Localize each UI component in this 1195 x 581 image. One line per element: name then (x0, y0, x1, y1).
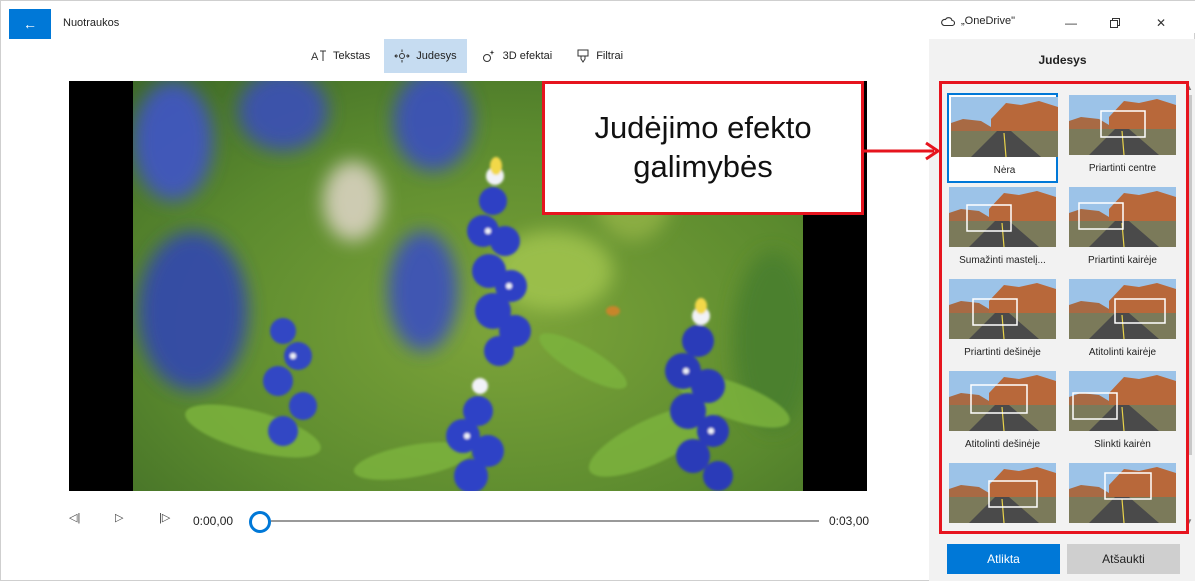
annotation-line-2: galimybės (633, 149, 773, 184)
play-icon: ▷ (115, 512, 124, 524)
tab-motion-label: Judesys (416, 50, 457, 62)
previous-frame-button[interactable]: ◁| (69, 511, 80, 524)
minimize-icon: — (1065, 16, 1077, 30)
seek-slider-thumb[interactable] (249, 511, 271, 533)
done-button[interactable]: Atlikta (947, 544, 1060, 574)
annotation-line-1: Judėjimo efekto (594, 110, 812, 146)
annotation-callout: Judėjimo efekto galimybės (542, 81, 864, 215)
restore-icon (1110, 18, 1120, 28)
play-button[interactable]: ▷ (115, 511, 123, 524)
close-button[interactable]: ✕ (1141, 11, 1181, 35)
tab-filters-label: Filtrai (596, 50, 624, 62)
annotation-highlight-frame (939, 81, 1189, 534)
photos-app-window: ← Nuotraukos „OneDrive" — ✕ A Tekstas Ju… (0, 0, 1195, 581)
filter-icon (577, 49, 589, 63)
restore-button[interactable] (1095, 11, 1135, 35)
playback-controls: ◁| ▷ |▷ 0:00,00 0:03,00 (61, 507, 891, 535)
step-back-icon: ◁| (69, 512, 81, 524)
next-frame-button[interactable]: |▷ (159, 511, 170, 524)
edit-toolbar: A Tekstas Judesys 3D efektai Filtrai (301, 39, 633, 73)
close-icon: ✕ (1155, 16, 1167, 30)
tab-text-label: Tekstas (333, 50, 371, 62)
current-time: 0:00,00 (193, 514, 234, 528)
minimize-button[interactable]: — (1051, 11, 1091, 35)
3d-effects-icon (482, 50, 495, 62)
panel-title: Judesys (1038, 53, 1087, 67)
cancel-button[interactable]: Atšaukti (1067, 544, 1180, 574)
svg-text:A: A (311, 51, 319, 63)
onedrive-indicator[interactable]: „OneDrive" (941, 15, 1015, 27)
tab-text[interactable]: A Tekstas (301, 39, 380, 73)
motion-icon (394, 49, 411, 63)
tab-3d-effects[interactable]: 3D efektai (471, 39, 563, 73)
back-button[interactable]: ← (9, 9, 51, 39)
tab-3d-effects-label: 3D efektai (502, 50, 553, 62)
app-title: Nuotraukos (63, 17, 120, 29)
end-time: 0:03,00 (829, 514, 870, 528)
step-forward-icon: |▷ (159, 512, 171, 524)
annotation-arrow (864, 141, 941, 161)
text-icon: A (311, 50, 326, 63)
seek-track[interactable] (271, 520, 819, 522)
back-arrow-icon: ← (23, 16, 37, 32)
tab-filters[interactable]: Filtrai (566, 39, 633, 73)
title-bar: ← Nuotraukos „OneDrive" — ✕ (1, 1, 1195, 39)
onedrive-label: „OneDrive" (961, 15, 1016, 27)
cloud-icon (941, 16, 955, 26)
tab-motion[interactable]: Judesys (384, 39, 467, 73)
